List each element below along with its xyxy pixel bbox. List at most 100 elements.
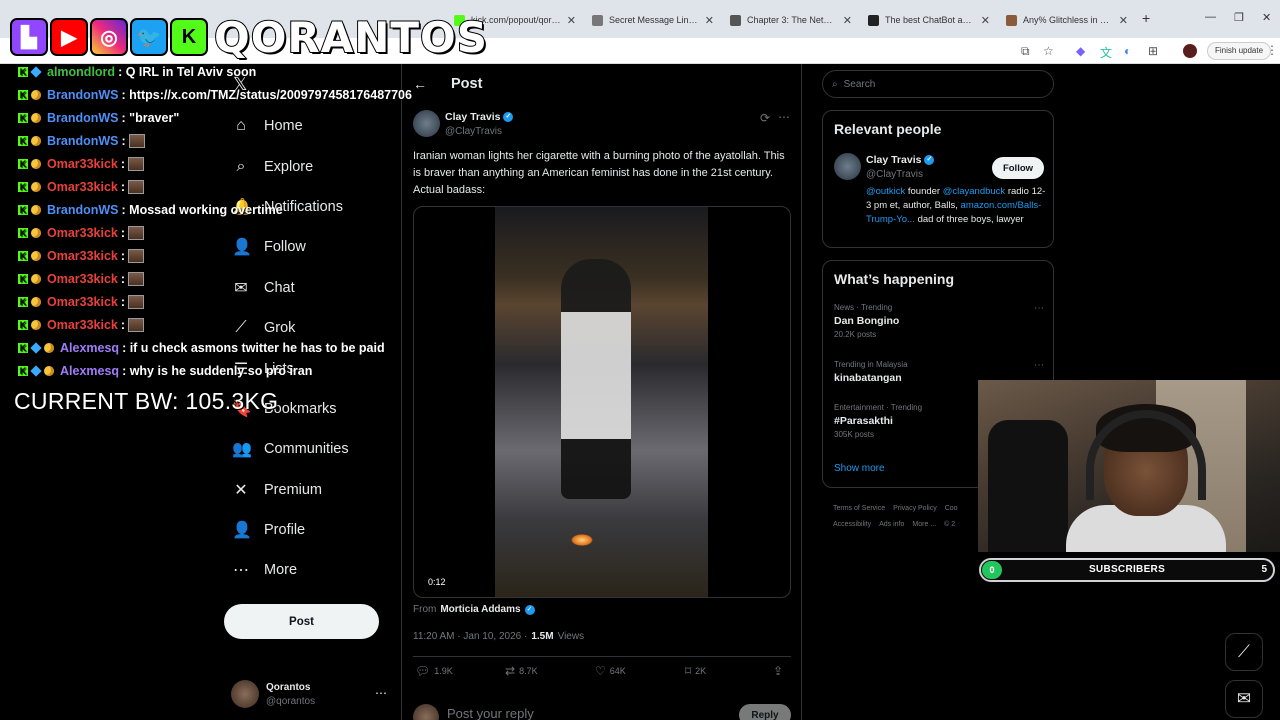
post-timestamp[interactable]: 11:20 AM · Jan 10, 2026 · [413, 631, 527, 642]
reply-input[interactable]: Post your reply [447, 706, 534, 720]
browser-profile-avatar[interactable] [1183, 44, 1197, 58]
audio-icon[interactable]: ◐ [1124, 44, 1131, 58]
repost-action[interactable]: ⇄ 8.7K [505, 664, 538, 678]
close-window-icon[interactable]: ✕ [1262, 11, 1271, 24]
close-tab-icon[interactable]: ✕ [1119, 14, 1136, 27]
panel-title: Relevant people [834, 121, 942, 137]
more-icon[interactable]: ⋯ [375, 686, 387, 700]
show-more-link[interactable]: Show more [834, 463, 885, 474]
new-tab-button[interactable]: + [1142, 10, 1150, 26]
browser-tab[interactable]: Secret Message Link 2026 ✕ [586, 7, 722, 33]
like-count: 64K [609, 666, 626, 676]
from-label: From [413, 604, 437, 615]
bookmark-action[interactable]: ⌑ 2K [685, 664, 706, 678]
minimize-icon[interactable]: — [1205, 11, 1216, 23]
puzzle-icon[interactable]: ⊞ [1148, 44, 1158, 58]
chat-username: BrandonWS [47, 133, 119, 148]
chat-message: K Omar33kick: [18, 152, 438, 175]
messages-icon[interactable]: ✉ [1225, 680, 1263, 718]
bio-text: dad of three boys, lawyer [914, 214, 1024, 225]
search-input[interactable]: ⌕ Search [822, 70, 1054, 98]
chat-message: K Omar33kick: [18, 290, 438, 313]
chat-text: : [121, 133, 126, 148]
nav-item-label: More [264, 562, 298, 579]
bio-link[interactable]: @outkick [866, 186, 905, 197]
video-timestamp: 0:12 [428, 577, 446, 587]
gem-badge-icon [30, 364, 42, 377]
close-tab-icon[interactable]: ✕ [567, 14, 584, 27]
post-text: Iranian woman lights her cigarette with … [413, 150, 785, 196]
author-handle[interactable]: @ClayTravis [445, 126, 502, 137]
moon-badge-icon [31, 250, 41, 261]
tab-favicon-icon [730, 14, 741, 26]
chat-username: BrandonWS [47, 87, 119, 102]
kick-badge-icon: K [18, 227, 28, 238]
chat-username: BrandonWS [47, 202, 119, 217]
share-action[interactable]: ⇪ [773, 664, 783, 678]
nav-item-communities[interactable]: 👥 Communities [228, 429, 398, 469]
emote-icon [128, 179, 145, 194]
tab-title: Chapter 3: The Nether Pa [747, 15, 837, 25]
kick-badge-icon: K [18, 135, 28, 146]
install-icon[interactable]: ⧉ [1021, 44, 1030, 59]
like-action[interactable]: ♡ 64K [595, 664, 626, 678]
finish-update-button[interactable]: Finish update [1207, 42, 1272, 60]
more-icon[interactable]: ⋯ [1034, 360, 1044, 371]
panel-title: What’s happening [834, 271, 955, 287]
footer-link[interactable]: More ... [912, 521, 936, 528]
footer-link[interactable]: Terms of Service [833, 505, 885, 512]
browser-menu-icon[interactable]: ⋮ [1266, 43, 1278, 57]
follow-button[interactable]: Follow [992, 157, 1044, 179]
bio-link[interactable]: @clayandbuck [943, 186, 1005, 197]
footer-link[interactable]: Privacy Policy [893, 505, 937, 512]
close-tab-icon[interactable]: ✕ [843, 14, 860, 27]
close-tab-icon[interactable]: ✕ [981, 14, 998, 27]
browser-tab[interactable]: Any% Glitchless in 13:38. ✕ [1000, 7, 1136, 33]
moon-badge-icon [31, 89, 41, 100]
more-icon[interactable]: ⋯ [1034, 303, 1044, 314]
trend-item[interactable]: News · Trending Dan Bongino 20.2K posts ⋯ [834, 303, 1044, 339]
kick-badge-icon: K [18, 204, 28, 215]
moon-badge-icon [44, 342, 54, 353]
author-avatar[interactable] [834, 153, 861, 180]
restore-icon[interactable]: ❐ [1234, 11, 1244, 24]
relevant-person-name[interactable]: Clay Travis ✓ [866, 154, 935, 166]
author-name[interactable]: Clay Travis ✓ [445, 111, 514, 123]
verified-badge-icon: ✓ [924, 155, 935, 165]
reply-action[interactable]: 💬︎ 1.9K [415, 664, 453, 678]
tab-title: Any% Glitchless in 13:38. [1023, 15, 1113, 25]
extension-icon[interactable]: ◆ [1076, 44, 1085, 58]
footer-link[interactable]: Coo [945, 505, 958, 512]
star-icon[interactable]: ☆ [1043, 44, 1054, 58]
browser-tab[interactable]: Chapter 3: The Nether Pa ✕ [724, 7, 860, 33]
more-icon: ⋯ [233, 562, 249, 580]
translate-icon[interactable]: 文 [1100, 44, 1112, 61]
grok-icon[interactable]: ⟋ [1225, 633, 1263, 671]
nav-item-label: Communities [264, 441, 349, 458]
reply-button[interactable]: Reply [739, 704, 791, 720]
video-player[interactable]: 0:12 [413, 206, 791, 598]
reply-composer: Post your reply Reply [413, 700, 791, 720]
grok-explain-icon[interactable]: ⟳ [760, 111, 770, 125]
footer-link[interactable]: © 2 [944, 521, 955, 528]
chat-text: : Mossad working overtime [121, 202, 283, 217]
tab-title: The best ChatBot and Wi [885, 15, 975, 25]
nav-item-more[interactable]: ⋯ More [228, 550, 398, 590]
post-meta: 11:20 AM · Jan 10, 2026 · 1.5M Views [413, 631, 584, 642]
source-account-link[interactable]: Morticia Addams [440, 604, 520, 615]
relevant-person-handle[interactable]: @ClayTravis [866, 169, 923, 180]
footer-link[interactable]: Ads info [879, 521, 904, 528]
trend-category: News · Trending [834, 303, 893, 312]
compose-post-button[interactable]: Post [224, 604, 379, 639]
browser-tab[interactable]: The best ChatBot and Wi ✕ [862, 7, 998, 33]
nav-item-profile[interactable]: 👤 Profile [228, 510, 398, 550]
account-switcher[interactable]: Qorantos @qorantos ⋯ [231, 680, 391, 710]
trend-count: 20.2K posts [834, 330, 877, 339]
close-tab-icon[interactable]: ✕ [705, 14, 722, 27]
tab-favicon-icon [868, 14, 879, 26]
more-icon[interactable]: ⋯ [778, 110, 790, 124]
nav-item-premium[interactable]: ✕ Premium [228, 470, 398, 510]
chat-username: Alexmesq [60, 340, 120, 355]
subscriber-goal-bar: 0 SUBSCRIBERS 5 [979, 558, 1275, 582]
footer-link[interactable]: Accessibility [833, 521, 871, 528]
